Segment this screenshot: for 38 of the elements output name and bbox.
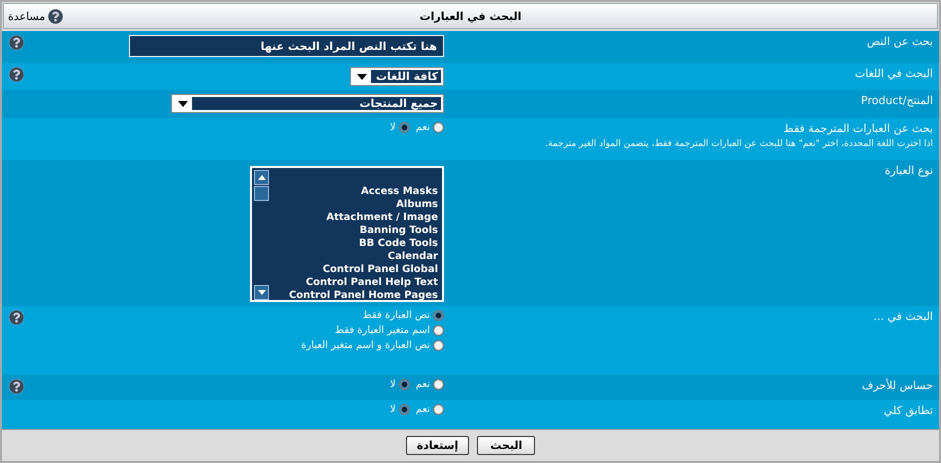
list-option[interactable]: BB Code Tools <box>359 237 438 250</box>
field-label: المنتج/Product <box>860 94 933 107</box>
field-label: بحث عن العبارات المترجمة فقط <box>782 122 933 135</box>
help-icon[interactable] <box>8 35 24 50</box>
field-label: حساس للأحرف <box>860 379 933 392</box>
field-note: اذا اخترت اللغة المحددة، اختر "نعم" هنا للبحث عن العبارات المترجمة فقط، يتضمن المواد الغير مترجمة. <box>544 139 933 149</box>
caret-icon <box>178 100 188 106</box>
down-arrow-icon <box>258 290 266 295</box>
up-arrow-icon <box>258 175 266 180</box>
search-button[interactable]: البحث <box>477 436 536 455</box>
list-option[interactable]: Control Panel Help Text <box>306 276 438 289</box>
search-text-field[interactable]: هنا تكتب النص المراد البحث عنها <box>129 35 444 57</box>
help-icon <box>48 8 64 24</box>
list-option[interactable]: Access Masks <box>360 185 438 198</box>
list-option[interactable]: Control Panel Home Pages <box>288 289 438 300</box>
list-option[interactable]: Banning Tools <box>360 224 438 237</box>
scroll-thumb[interactable] <box>254 186 269 201</box>
window-title: البحث في العبارات <box>420 10 522 22</box>
help-icon[interactable] <box>8 310 24 325</box>
field-label: البحث في ... <box>872 310 933 323</box>
field-label: نوع العبارة <box>884 164 933 177</box>
dropdown[interactable]: كافة اللغات <box>350 67 444 86</box>
list-option[interactable]: Albums <box>396 198 438 211</box>
list-option[interactable]: Attachment / Image <box>326 211 438 224</box>
list-option[interactable]: Calendar <box>388 250 438 263</box>
scroll-down-button[interactable] <box>254 285 269 300</box>
field-label: بحث عن النص <box>866 35 933 48</box>
field-label: تطابق كلي <box>882 404 933 417</box>
caret-icon <box>357 74 367 80</box>
list-box[interactable]: Access Masks Albums Attachment / Image Banning Tools BB Code Tools Calendar Control Panel Global Control Panel Help Text Control Panel Home Pages <box>250 166 444 302</box>
field-label: البحث في اللغات <box>854 67 933 80</box>
scroll-up-button[interactable] <box>254 170 269 185</box>
help-link[interactable]: مساعدة <box>8 8 64 24</box>
reset-button[interactable]: إستعادة <box>406 436 470 455</box>
help-icon[interactable] <box>8 67 24 82</box>
help-icon[interactable] <box>8 379 24 394</box>
list-option[interactable]: Control Panel Global <box>322 263 438 276</box>
dropdown[interactable]: جميع المنتجات <box>171 94 444 113</box>
